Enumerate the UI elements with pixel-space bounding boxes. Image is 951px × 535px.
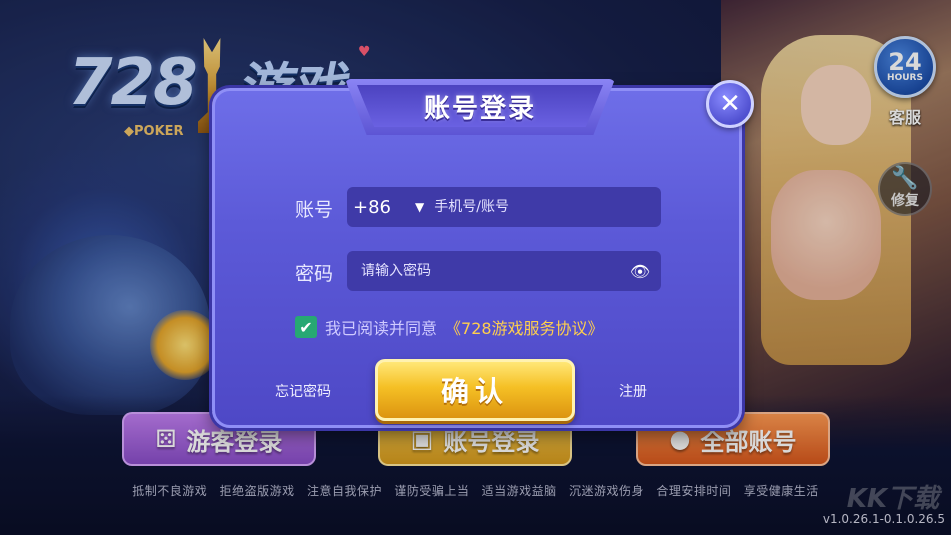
confirm-button[interactable]: 确认: [375, 359, 575, 421]
close-icon[interactable]: ✕: [706, 80, 754, 128]
country-code-select[interactable]: +86: [353, 197, 415, 218]
dialog-header: 账号登录: [357, 85, 603, 127]
register-link[interactable]: 注册: [619, 381, 647, 401]
chevron-down-icon[interactable]: ▼: [415, 200, 424, 214]
password-label: 密码: [295, 263, 334, 285]
eye-icon[interactable]: 👁: [629, 262, 651, 281]
password-field: 👁: [347, 251, 661, 291]
login-dialog: 账号登录 账号 +86 ▼ 密码 👁 ✔ 我已阅读并同意 《728游戏服务协议》…: [212, 79, 742, 428]
password-input[interactable]: [361, 263, 621, 279]
agreement-checkbox[interactable]: ✔: [295, 316, 317, 338]
dialog-title: 账号登录: [423, 93, 536, 124]
account-field: +86 ▼: [347, 187, 661, 227]
account-input[interactable]: [434, 199, 645, 215]
agreement-link[interactable]: 《728游戏服务协议》: [445, 315, 604, 339]
agreement-text: 我已阅读并同意: [325, 319, 438, 338]
forgot-password-link[interactable]: 忘记密码: [275, 381, 331, 401]
account-label: 账号: [295, 199, 334, 221]
agreement-row: ✔ 我已阅读并同意 《728游戏服务协议》: [295, 315, 604, 339]
